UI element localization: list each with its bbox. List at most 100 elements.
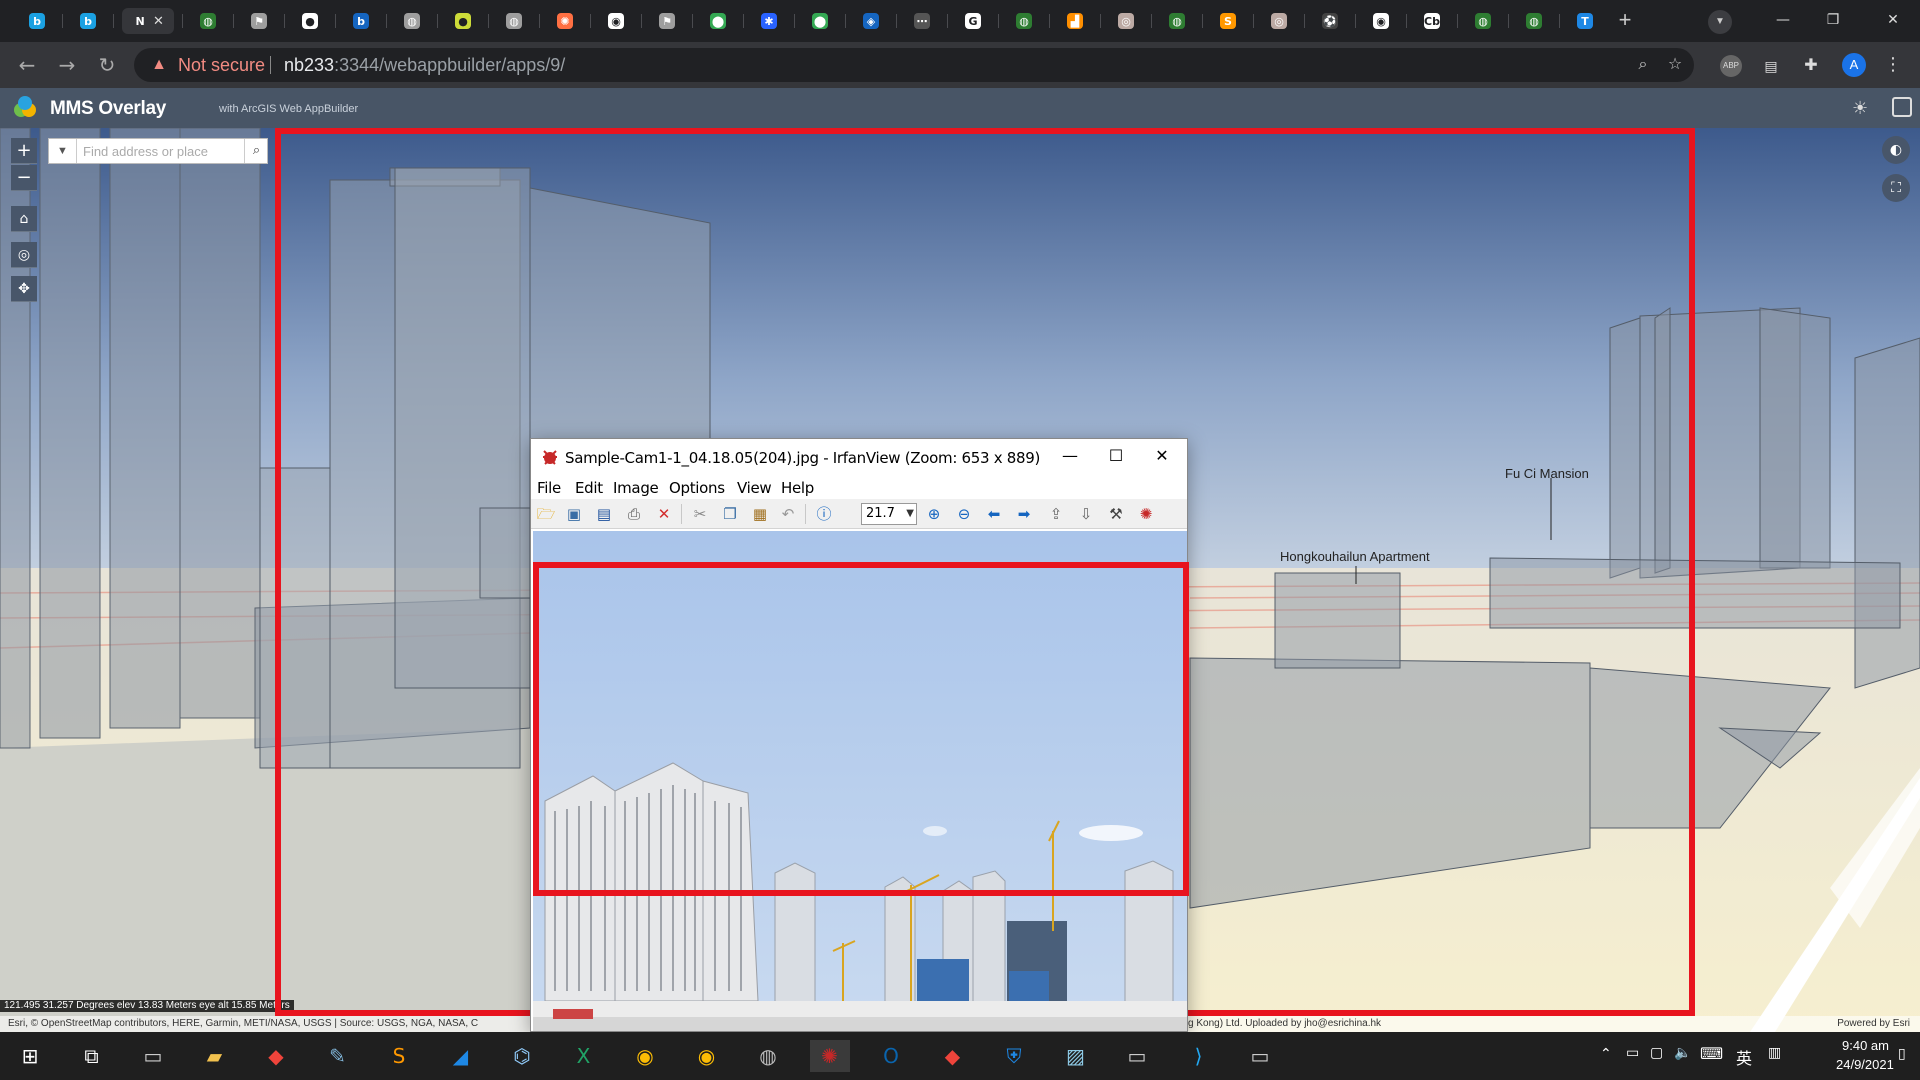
browser-tab[interactable]: S [1211,8,1245,34]
chrome-icon[interactable]: ◉ [625,1040,665,1072]
fullscreen-icon[interactable]: ⛶ [1882,174,1910,202]
irfanview-titlebar[interactable]: Sample-Cam1-1_04.18.05(204).jpg - IrfanV… [531,439,1187,475]
open-folder-icon[interactable]: 🗁 [535,503,557,525]
paste-icon[interactable]: ▦ [749,503,771,525]
display-icon[interactable]: ▢ [1650,1045,1663,1061]
terminal-icon[interactable]: ▭ [1240,1040,1280,1072]
browser-tab[interactable]: ◍ [1160,8,1194,34]
menu-options[interactable]: Options [669,479,725,497]
browser-tab[interactable]: ● [446,8,480,34]
terminal-icon[interactable]: ▭ [1117,1040,1157,1072]
calendar-icon[interactable]: ▥ [1768,1045,1781,1061]
cut-icon[interactable]: ✂ [689,503,711,525]
browser-tab[interactable]: b [71,8,105,34]
address-bar[interactable]: ▲ Not secure nb233:3344/webappbuilder/ap… [134,48,1694,82]
home-icon[interactable]: ⌂ [11,206,37,232]
browser-tab[interactable]: b [20,8,54,34]
browser-tab[interactable]: ⚑ [650,8,684,34]
copy-icon[interactable]: ❐ [719,503,741,525]
irfanview-icon[interactable]: ✺ [809,1040,850,1072]
daylight-icon[interactable]: ☀ [1852,98,1868,119]
taskbar-time[interactable]: 9:40 am [1842,1038,1889,1053]
browser-tab[interactable]: ⚑ [242,8,276,34]
menu-view[interactable]: View [737,479,772,497]
notepad-icon[interactable]: ▨ [1056,1040,1096,1072]
browser-tab[interactable]: ◍ [191,8,225,34]
paint-icon[interactable]: ✎ [318,1040,358,1072]
file-explorer-icon[interactable]: ▰ [195,1040,235,1072]
irfanview-close-icon[interactable]: ✕ [1139,439,1185,473]
search-icon[interactable]: ⌕ [244,139,268,163]
restore-icon[interactable]: ❐ [1810,0,1856,40]
browser-tab[interactable]: ◍ [1007,8,1041,34]
anydesk-icon[interactable]: ◆ [256,1040,296,1072]
browser-tab[interactable]: ◉ [1364,8,1398,34]
steam-icon[interactable]: ◍ [748,1040,788,1072]
browser-tab[interactable]: Cb [1415,8,1449,34]
browser-tab[interactable]: ● [293,8,327,34]
search-source-dropdown[interactable]: ▼ [49,139,77,163]
terminal-icon[interactable]: ▭ [133,1040,173,1072]
print-icon[interactable]: ⎙ [623,503,645,525]
zoom-level-select[interactable]: 21.7 ▼ [861,503,917,525]
profile-avatar[interactable]: A [1842,53,1866,77]
keyboard-icon[interactable]: ⌨ [1700,1044,1723,1063]
notifications-icon[interactable]: ▯ [1898,1046,1906,1062]
browser-tab[interactable]: ✱ [752,8,786,34]
widget-panel-icon[interactable] [1892,97,1912,117]
taskbar-date[interactable]: 24/9/2021 [1836,1057,1894,1072]
reload-icon[interactable]: ↻ [92,50,122,80]
browser-tab[interactable]: ◍ [1466,8,1500,34]
browser-tab[interactable]: ◍ [395,8,429,34]
windows-start-icon[interactable]: ⊞ [10,1040,50,1072]
powered-by-esri[interactable]: Powered by Esri [1837,1016,1910,1032]
irfanview-maximize-icon[interactable]: ☐ [1093,439,1139,473]
browser-tab[interactable]: ◍ [497,8,531,34]
sublime-icon[interactable]: S [379,1040,419,1072]
browser-tab[interactable]: ⋯ [905,8,939,34]
search-input[interactable] [83,143,233,159]
url-text[interactable]: nb233:3344/webappbuilder/apps/9/ [284,56,565,74]
extensions-puzzle-icon[interactable]: ✚ [1800,55,1822,77]
next-image-icon[interactable]: ➡ [1013,503,1035,525]
last-page-icon[interactable]: ⇩ [1075,503,1097,525]
zoom-in-button[interactable]: + [11,138,37,164]
volume-icon[interactable]: 🔈 [1674,1045,1691,1061]
browser-tab[interactable]: ⬤ [803,8,837,34]
browser-tab[interactable]: ⚽ [1313,8,1347,34]
settings-tools-icon[interactable]: ⚒ [1105,503,1127,525]
zoom-icon[interactable]: ⌕ [1632,54,1654,76]
save-icon[interactable]: ▤ [593,503,615,525]
previous-image-icon[interactable]: ⬅ [983,503,1005,525]
anydesk-icon[interactable]: ◆ [933,1040,973,1072]
menu-edit[interactable]: Edit [575,479,603,497]
info-icon[interactable]: ⓘ [813,503,835,525]
vscode-icon[interactable]: ⟩ [1179,1040,1219,1072]
irfanview-about-icon[interactable]: ✺ [1135,503,1157,525]
excel-icon[interactable]: X [564,1040,604,1072]
slideshow-icon[interactable]: ▣ [563,503,585,525]
browser-tab[interactable]: ◉ [599,8,633,34]
zoom-out-icon[interactable]: ⊖ [953,503,975,525]
ime-indicator[interactable]: 英 [1736,1045,1752,1069]
zoom-in-icon[interactable]: ⊕ [923,503,945,525]
compass-icon[interactable]: ◐ [1882,136,1910,164]
vpn-icon[interactable]: ⛨ [994,1040,1034,1072]
bookmark-star-icon[interactable]: ☆ [1664,54,1686,76]
browser-tab[interactable]: ◍ [1517,8,1551,34]
menu-file[interactable]: File [537,479,561,497]
first-page-icon[interactable]: ⇪ [1045,503,1067,525]
security-status[interactable]: Not secure [178,56,265,74]
forward-icon[interactable]: → [52,50,82,80]
chrome-menu-icon[interactable]: ⋮ [1884,53,1902,77]
network-icon[interactable]: ▭ [1626,1045,1639,1061]
tray-chevron-icon[interactable]: ⌃ [1600,1046,1612,1062]
close-window-icon[interactable]: ✕ [1870,0,1916,40]
browser-tab[interactable]: G [956,8,990,34]
menu-image[interactable]: Image [613,479,659,497]
adblock-extension-icon[interactable]: ABP [1720,55,1742,77]
my-location-icon[interactable]: ◎ [11,242,37,268]
browser-tab[interactable]: b [344,8,378,34]
browser-tab[interactable]: T [1568,8,1602,34]
tab-search-icon[interactable]: ▼ [1708,10,1732,34]
